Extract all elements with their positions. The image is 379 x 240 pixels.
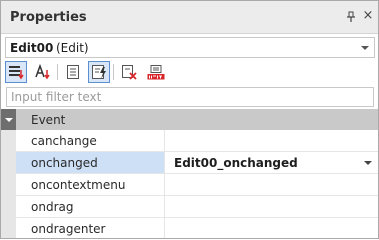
- toolbar-separator: [57, 64, 58, 80]
- property-name-cell[interactable]: ondragenter: [16, 218, 165, 238]
- categorized-sort-button[interactable]: [5, 61, 27, 83]
- property-value-cell[interactable]: Edit00_onchanged: [165, 152, 378, 174]
- property-name-cell[interactable]: ondrag: [16, 196, 165, 218]
- property-value-cell[interactable]: [165, 130, 378, 152]
- property-value-cell[interactable]: [165, 218, 378, 238]
- object-type: (Edit): [56, 41, 89, 55]
- delete-event-button[interactable]: [118, 61, 140, 83]
- property-name: ondrag: [31, 200, 74, 214]
- property-value-cell[interactable]: [165, 196, 378, 218]
- property-row-onchanged[interactable]: onchanged Edit00_onchanged: [1, 152, 378, 174]
- property-value-cell[interactable]: [165, 174, 378, 196]
- category-label: Event: [31, 113, 66, 127]
- property-name: oncontextmenu: [31, 178, 126, 192]
- object-name: Edit00: [10, 41, 54, 55]
- property-row-oncontextmenu[interactable]: oncontextmenu: [1, 174, 378, 196]
- properties-toolbar: [5, 61, 375, 84]
- row-gutter: [1, 130, 16, 152]
- toolbar-separator: [113, 64, 114, 80]
- init-button[interactable]: [145, 61, 167, 83]
- property-name-cell[interactable]: canchange: [16, 130, 165, 152]
- category-header-event[interactable]: Event: [1, 109, 378, 130]
- chevron-down-icon: [361, 46, 369, 50]
- events-view-icon: [92, 65, 106, 79]
- property-value: Edit00_onchanged: [174, 156, 298, 170]
- init-icon: [147, 65, 165, 80]
- alphabetical-sort-button[interactable]: [32, 61, 54, 83]
- filter-input[interactable]: [7, 88, 373, 106]
- property-row-ondragenter[interactable]: ondragenter: [1, 218, 378, 238]
- delete-event-icon: [122, 65, 137, 80]
- property-name: canchange: [31, 134, 97, 148]
- property-name: ondragenter: [31, 222, 106, 236]
- row-gutter: [1, 152, 16, 174]
- categorized-sort-icon: [9, 66, 24, 80]
- property-row-ondrag[interactable]: ondrag: [1, 196, 378, 218]
- properties-panel: Properties × Edit00 (Edit) Input filter …: [0, 0, 379, 239]
- pin-icon[interactable]: [345, 11, 357, 23]
- close-icon[interactable]: ×: [362, 9, 374, 22]
- property-name-cell[interactable]: oncontextmenu: [16, 174, 165, 196]
- row-gutter: [1, 218, 16, 238]
- collapse-toggle-icon[interactable]: [1, 109, 16, 130]
- filter-field[interactable]: [6, 87, 374, 107]
- panel-titlebar: Properties ×: [1, 1, 378, 34]
- object-selector-dropdown[interactable]: Edit00 (Edit): [5, 37, 375, 58]
- row-gutter: [1, 196, 16, 218]
- alphabetical-sort-icon: [35, 64, 50, 80]
- events-view-button[interactable]: [88, 61, 110, 83]
- property-name-cell[interactable]: onchanged: [16, 152, 165, 174]
- properties-view-icon: [67, 65, 79, 79]
- value-dropdown-icon[interactable]: [356, 152, 378, 173]
- row-gutter: [1, 174, 16, 196]
- property-row-canchange[interactable]: canchange: [1, 130, 378, 152]
- panel-title: Properties: [10, 10, 87, 25]
- property-name: onchanged: [31, 156, 98, 170]
- properties-view-button[interactable]: [62, 61, 84, 83]
